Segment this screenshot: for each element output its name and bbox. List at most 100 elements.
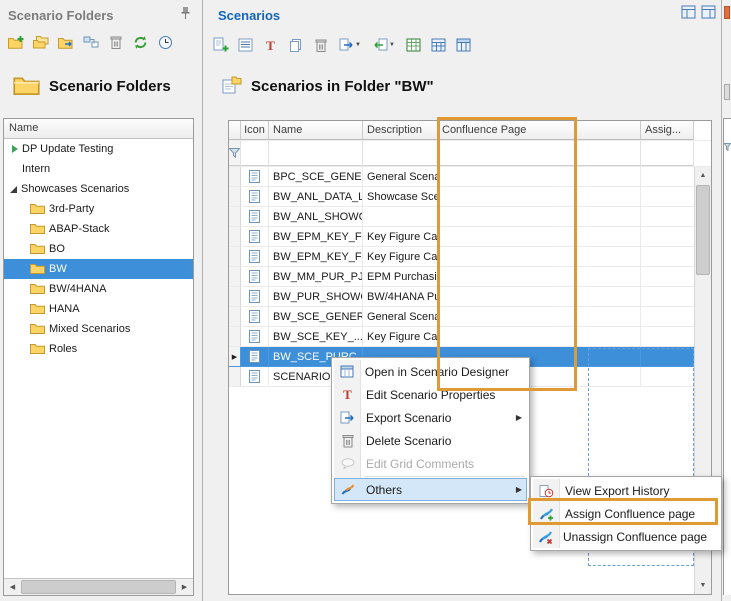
- cell-confluence-page[interactable]: [438, 167, 641, 186]
- dropdown-arrow-icon[interactable]: ▼: [389, 42, 395, 48]
- cell-name[interactable]: BW_ANL_DATA_LO...: [269, 187, 363, 206]
- cell-name[interactable]: BW_MM_PUR_PJ_01: [269, 267, 363, 286]
- menu-item-open-in-scenario-designer[interactable]: Open in Scenario Designer: [334, 360, 527, 383]
- table-row[interactable]: BW_ANL_SHOWCA...: [229, 207, 711, 227]
- delete-folder-icon[interactable]: [105, 31, 126, 53]
- filter-cell[interactable]: [641, 141, 694, 166]
- tree-item-bw-selected[interactable]: BW: [4, 259, 193, 279]
- cell-description[interactable]: Key Figure Catalog...: [363, 227, 438, 246]
- cell-confluence-page[interactable]: [438, 227, 641, 246]
- cell-confluence-page[interactable]: [438, 247, 641, 266]
- tree-item-bw4hana[interactable]: BW/4HANA: [4, 279, 193, 299]
- scrollbar-thumb[interactable]: [696, 185, 710, 275]
- menu-item-assign-confluence-page[interactable]: Assign Confluence page: [533, 502, 719, 525]
- collapse-arrow-icon[interactable]: [10, 186, 17, 193]
- menu-item-export-scenario[interactable]: Export Scenario ▶: [334, 406, 527, 429]
- refresh-icon[interactable]: [130, 31, 151, 53]
- table-row[interactable]: BW_SCE_GENERAL... General Scenario f...: [229, 307, 711, 327]
- scenario-list-icon[interactable]: [235, 34, 256, 56]
- table-row[interactable]: BPC_SCE_GENERA... General Scenario o...: [229, 167, 711, 187]
- cell-assign[interactable]: [641, 207, 694, 226]
- cell-description[interactable]: Showcase Scenario...: [363, 187, 438, 206]
- edit-text-icon[interactable]: T: [260, 34, 281, 56]
- cell-confluence-page[interactable]: [438, 287, 641, 306]
- column-header-name[interactable]: Name: [269, 121, 363, 140]
- add-folder-icon[interactable]: [5, 31, 26, 53]
- menu-item-others[interactable]: Others ▶: [334, 478, 527, 501]
- menu-item-view-export-history[interactable]: View Export History: [533, 479, 719, 502]
- grid-layout-icon[interactable]: [453, 34, 474, 56]
- table-row[interactable]: BW_MM_PUR_PJ_01 EPM Purchasing: [229, 267, 711, 287]
- cell-name[interactable]: BW_EPM_KEY_FIG...: [269, 227, 363, 246]
- filter-icon[interactable]: [229, 141, 241, 166]
- scrollbar-thumb[interactable]: [21, 580, 176, 594]
- cell-name[interactable]: BPC_SCE_GENERA...: [269, 167, 363, 186]
- cell-confluence-page[interactable]: [438, 207, 641, 226]
- table-row[interactable]: BW_SCE_KEY_... Key Figure Catalog...: [229, 327, 711, 347]
- cell-assign[interactable]: [641, 227, 694, 246]
- cell-confluence-page[interactable]: [438, 327, 641, 346]
- tree-item-3rd-party[interactable]: 3rd-Party: [4, 199, 193, 219]
- table-row[interactable]: BW_EPM_KEY_FIG... Key Figure Catalog...: [229, 227, 711, 247]
- cell-assign[interactable]: [641, 267, 694, 286]
- cell-assign[interactable]: [641, 307, 694, 326]
- cell-confluence-page[interactable]: [438, 307, 641, 326]
- copy-folder-icon[interactable]: [30, 31, 51, 53]
- folders-h-scrollbar[interactable]: ◀ ▶: [4, 578, 193, 595]
- schedule-icon[interactable]: [155, 31, 176, 53]
- tree-item-abap-stack[interactable]: ABAP-Stack: [4, 219, 193, 239]
- filter-cell[interactable]: [241, 141, 269, 166]
- scroll-down-icon[interactable]: ▼: [695, 577, 711, 594]
- tree-item-showcases-scenarios[interactable]: Showcases Scenarios: [4, 179, 193, 199]
- menu-item-edit-scenario-properties[interactable]: T Edit Scenario Properties: [334, 383, 527, 406]
- expand-arrow-icon[interactable]: [12, 145, 18, 153]
- cell-name[interactable]: BW_PUR_SHOWCA...: [269, 287, 363, 306]
- dropdown-arrow-icon[interactable]: ▼: [355, 42, 361, 48]
- cell-description[interactable]: BW/4HANA Purcha...: [363, 287, 438, 306]
- menu-item-unassign-confluence-page[interactable]: Unassign Confluence page: [533, 525, 719, 548]
- scroll-up-icon[interactable]: ▲: [695, 167, 711, 184]
- cell-description[interactable]: Key Figure Catalog: [363, 247, 438, 266]
- column-header-confluence-page[interactable]: Confluence Page: [438, 121, 641, 140]
- scroll-right-icon[interactable]: ▶: [176, 579, 193, 595]
- panel-divider[interactable]: [202, 0, 203, 601]
- filter-cell[interactable]: [363, 141, 438, 166]
- table-row[interactable]: BW_EPM_KEY_FIG... Key Figure Catalog: [229, 247, 711, 267]
- dock-grid-icon[interactable]: [681, 5, 696, 22]
- cell-name[interactable]: BW_ANL_SHOWCA...: [269, 207, 363, 226]
- cell-assign[interactable]: [641, 187, 694, 206]
- cell-description[interactable]: Key Figure Catalog...: [363, 327, 438, 346]
- tree-item-bo[interactable]: BO: [4, 239, 193, 259]
- cell-confluence-page[interactable]: [438, 267, 641, 286]
- delete-scenario-icon[interactable]: [310, 34, 331, 56]
- cell-assign[interactable]: [641, 247, 694, 266]
- copy-scenario-icon[interactable]: [285, 34, 306, 56]
- tree-item-dp-update-testing[interactable]: DP Update Testing: [4, 139, 193, 159]
- dock-layout-icon[interactable]: [701, 5, 716, 22]
- filter-cell[interactable]: [269, 141, 363, 166]
- cell-description[interactable]: General Scenario f...: [363, 307, 438, 326]
- column-header-icon[interactable]: Icon: [241, 121, 269, 140]
- cell-assign[interactable]: [641, 167, 694, 186]
- cell-description[interactable]: General Scenario o...: [363, 167, 438, 186]
- tree-item-roles[interactable]: Roles: [4, 339, 193, 359]
- filter-cell[interactable]: [438, 141, 641, 166]
- import-scenario-dropdown-icon[interactable]: ▼: [369, 34, 399, 56]
- cell-name[interactable]: BW_SCE_KEY_...: [269, 327, 363, 346]
- tree-column-header-name[interactable]: Name: [4, 119, 193, 139]
- pin-icon[interactable]: [180, 6, 190, 23]
- tree-item-intern[interactable]: Intern: [4, 159, 193, 179]
- tree-item-hana[interactable]: HANA: [4, 299, 193, 319]
- export-scenario-dropdown-icon[interactable]: ▼: [335, 34, 365, 56]
- cell-name[interactable]: BW_EPM_KEY_FIG...: [269, 247, 363, 266]
- export-folder-icon[interactable]: [55, 31, 76, 53]
- excel-export-icon[interactable]: [403, 34, 424, 56]
- cell-assign[interactable]: [641, 287, 694, 306]
- column-header-assign[interactable]: Assig...: [641, 121, 694, 140]
- grid-view-icon[interactable]: [428, 34, 449, 56]
- add-scenario-icon[interactable]: [210, 34, 231, 56]
- table-row[interactable]: BW_ANL_DATA_LO... Showcase Scenario...: [229, 187, 711, 207]
- table-row[interactable]: BW_PUR_SHOWCA... BW/4HANA Purcha...: [229, 287, 711, 307]
- menu-item-delete-scenario[interactable]: Delete Scenario: [334, 429, 527, 452]
- cell-description[interactable]: EPM Purchasing: [363, 267, 438, 286]
